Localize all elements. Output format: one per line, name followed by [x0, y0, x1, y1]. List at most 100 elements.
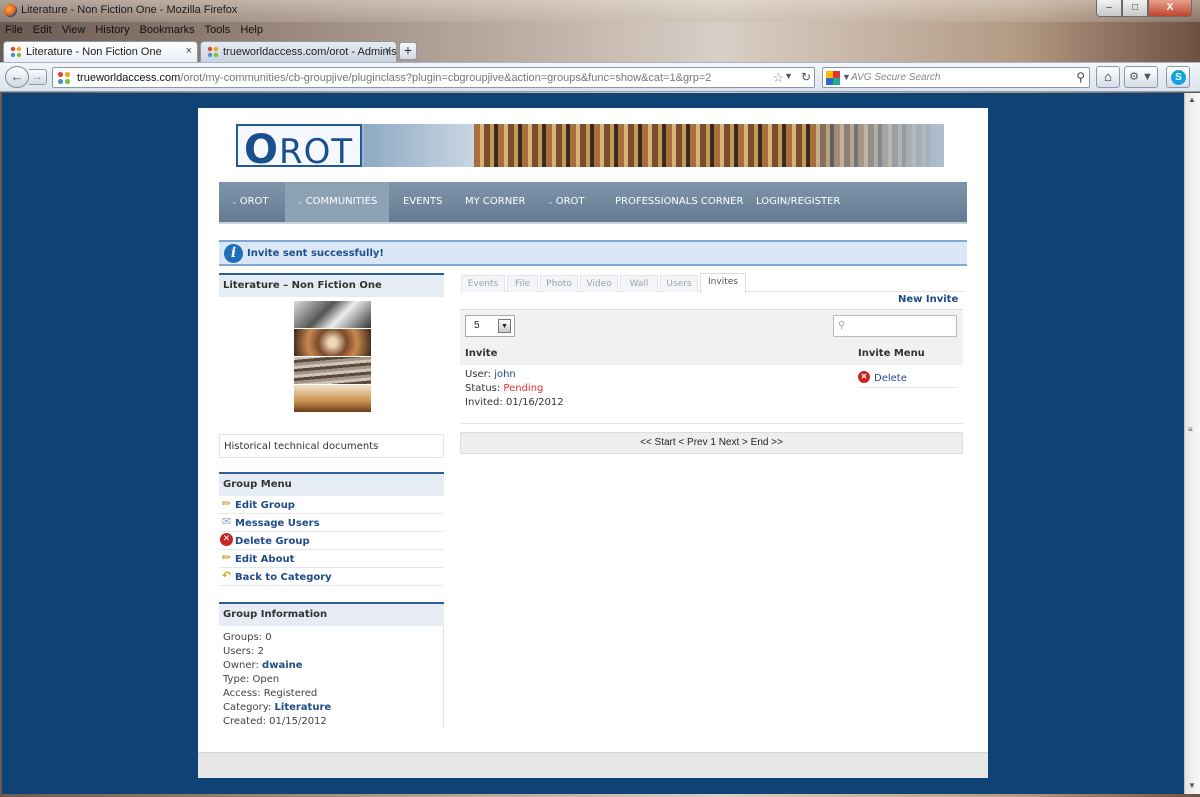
firefox-icon — [4, 4, 17, 17]
edit-group-link[interactable]: ✏ Edit Group — [219, 496, 444, 514]
bookmark-star-icon[interactable]: ☆ — [772, 70, 784, 86]
scroll-up-icon[interactable]: ▲ — [1188, 95, 1196, 104]
addon-button[interactable]: ⚙ ▼ — [1124, 66, 1158, 88]
tab-label: trueworldaccess.com/orot - Administ... — [223, 46, 397, 58]
delete-icon: ✕ — [220, 533, 233, 546]
menu-bookmarks[interactable]: Bookmarks — [135, 22, 200, 40]
site-logo[interactable]: OROT — [236, 124, 362, 167]
info-owner: Owner: dwaine — [223, 660, 303, 671]
nav-item-orot-2[interactable]: ⌄ OROT — [547, 182, 585, 222]
site-main-nav: ⌄ OROT ⌄ COMMUNITIES EVENTS MY CORNER ⌄ ORO… — [219, 182, 967, 224]
menu-bar: File Edit View History Bookmarks Tools H… — [0, 22, 1200, 40]
menu-history[interactable]: History — [90, 22, 134, 40]
delete-icon[interactable]: ✕ — [858, 371, 870, 383]
invite-user: User: john — [465, 369, 516, 380]
group-info-body: Groups: 0 Users: 2 Owner: dwaine Type: O… — [219, 626, 444, 729]
joomla-favicon-icon — [10, 46, 22, 58]
scroll-thumb-icon[interactable]: ≡ — [1188, 425, 1193, 434]
group-menu: Group Menu ✏ Edit Group ✉ Message Users … — [219, 472, 444, 588]
window-title: Literature - Non Fiction One - Mozilla F… — [21, 4, 238, 16]
page-footer — [198, 752, 988, 778]
group-image — [294, 301, 371, 328]
site-identity-icon — [57, 71, 71, 85]
invite-row: User: john Status: Pending Invited: 01/1… — [460, 365, 963, 417]
search-icon[interactable]: ⚲ — [1076, 70, 1085, 84]
group-image — [294, 357, 371, 384]
nav-item-professionals-corner[interactable]: PROFESSIONALS CORNER — [615, 182, 743, 222]
tab-photo[interactable]: Photo — [540, 275, 578, 292]
info-groups: Groups: 0 — [223, 632, 272, 643]
status-pending: Pending — [503, 383, 544, 394]
back-button[interactable]: ← — [5, 66, 29, 88]
history-dropdown-icon[interactable]: ▼ — [784, 71, 793, 81]
pagination[interactable]: << Start < Prev 1 Next > End >> — [460, 432, 963, 454]
menu-edit[interactable]: Edit — [28, 22, 57, 40]
menu-view[interactable]: View — [57, 22, 91, 40]
search-bar[interactable]: ▼ AVG Secure Search ⚲ — [822, 67, 1090, 88]
nav-item-events[interactable]: EVENTS — [403, 182, 442, 222]
new-invite-link[interactable]: New Invite — [898, 294, 958, 305]
maximize-button[interactable]: □ — [1122, 0, 1148, 17]
new-tab-button[interactable]: + — [399, 42, 417, 60]
tab-invites[interactable]: Invites — [700, 273, 746, 293]
page-size-select[interactable]: 5 ▼ — [465, 315, 515, 337]
delete-group-link[interactable]: ✕ Delete Group — [219, 532, 444, 550]
tab-video[interactable]: Video — [580, 275, 618, 292]
group-information: Group Information Groups: 0 Users: 2 Own… — [219, 602, 444, 732]
group-description: Historical technical documents — [219, 434, 444, 458]
menu-divider — [858, 387, 958, 388]
group-image — [294, 329, 371, 356]
owner-link[interactable]: dwaine — [262, 660, 302, 671]
reload-icon[interactable]: ↻ — [801, 70, 811, 84]
skype-icon: S — [1171, 70, 1186, 85]
home-button[interactable]: ⌂ — [1096, 66, 1120, 88]
menu-help[interactable]: Help — [235, 22, 268, 40]
group-title-box: Literature – Non Fiction One — [219, 273, 444, 415]
forward-button[interactable]: → — [29, 69, 47, 85]
invite-user-link[interactable]: john — [494, 369, 516, 380]
info-access: Access: Registered — [223, 688, 318, 699]
tab-wall[interactable]: Wall — [620, 275, 658, 292]
back-arrow-icon: ↶ — [221, 569, 232, 582]
chevron-down-icon: ▼ — [498, 319, 511, 333]
tab-events[interactable]: Events — [461, 275, 505, 292]
group-info-title: Group Information — [219, 604, 444, 626]
menu-file[interactable]: File — [0, 22, 28, 40]
envelope-icon: ✉ — [221, 515, 232, 528]
invite-search-input[interactable]: ⚲ — [833, 315, 957, 337]
navigation-toolbar: ← → trueworldaccess.com/orot/my-communit… — [0, 62, 1200, 92]
pencil-icon: ✏ — [221, 497, 232, 510]
window-titlebar: Literature - Non Fiction One - Mozilla F… — [0, 0, 1200, 22]
minimize-button[interactable]: – — [1096, 0, 1122, 17]
nav-item-login-register[interactable]: LOGIN/REGISTER — [756, 182, 840, 222]
info-created: Created: 01/15/2012 — [223, 716, 327, 727]
tab-close-icon[interactable]: × — [186, 45, 192, 57]
nav-item-my-corner[interactable]: MY CORNER — [465, 182, 525, 222]
back-forward-group: ← → — [5, 66, 47, 88]
message-users-link[interactable]: ✉ Message Users — [219, 514, 444, 532]
window-controls: – □ X — [1096, 0, 1192, 17]
nav-item-communities[interactable]: ⌄ COMMUNITIES — [285, 182, 390, 222]
tab-file[interactable]: File — [507, 275, 538, 292]
tab-close-icon[interactable]: × — [385, 45, 391, 57]
info-category: Category: Literature — [223, 702, 332, 713]
search-engine-icon[interactable] — [826, 71, 840, 85]
browser-tab-active[interactable]: Literature - Non Fiction One × — [3, 41, 198, 62]
banner-photo-left — [364, 124, 474, 167]
invites-list-header: 5 ▼ ⚲ Invite Invite Menu — [460, 309, 963, 365]
url-bar[interactable]: trueworldaccess.com/orot/my-communities/… — [52, 67, 815, 88]
tab-users[interactable]: Users — [660, 275, 698, 292]
back-to-category-link[interactable]: ↶ Back to Category — [219, 568, 444, 586]
close-button[interactable]: X — [1148, 0, 1192, 17]
browser-tab[interactable]: trueworldaccess.com/orot - Administ... × — [200, 41, 397, 62]
vertical-scrollbar[interactable]: ▲ ≡ ▼ — [1184, 93, 1200, 794]
scroll-down-icon[interactable]: ▼ — [1188, 781, 1196, 790]
nav-item-orot[interactable]: ⌄ OROT — [231, 182, 269, 222]
search-engine-dropdown-icon[interactable]: ▼ — [842, 72, 851, 82]
edit-about-link[interactable]: ✏ Edit About — [219, 550, 444, 568]
delete-invite-link[interactable]: Delete — [874, 373, 907, 384]
logo-text: OROT — [244, 127, 354, 167]
menu-tools[interactable]: Tools — [200, 22, 236, 40]
skype-button[interactable]: S — [1166, 66, 1190, 88]
category-link[interactable]: Literature — [275, 702, 332, 713]
